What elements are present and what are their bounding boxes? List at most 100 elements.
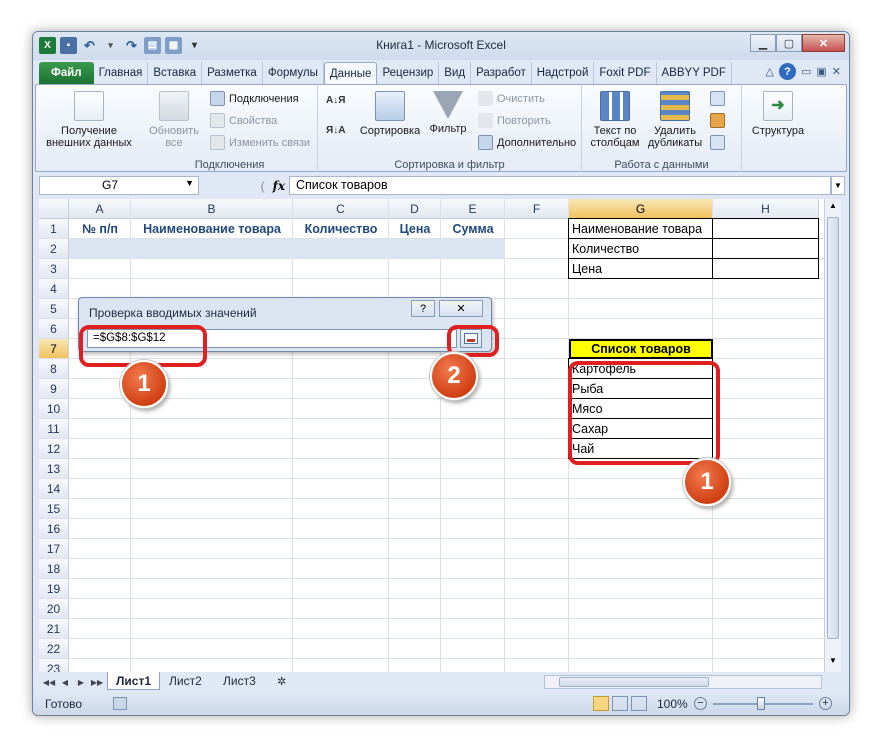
tab-home[interactable]: Главная bbox=[94, 62, 149, 84]
tab-file[interactable]: Файл bbox=[39, 62, 94, 84]
column-header-c[interactable]: C bbox=[293, 199, 389, 219]
maximize-button[interactable]: ▢ bbox=[776, 34, 802, 52]
row-header-9[interactable]: 9 bbox=[39, 379, 69, 399]
select-all-corner[interactable] bbox=[39, 199, 69, 219]
row-header-23[interactable]: 23 bbox=[39, 659, 69, 672]
column-header-d[interactable]: D bbox=[389, 199, 441, 219]
tab-review[interactable]: Рецензир bbox=[377, 62, 440, 84]
row-header-16[interactable]: 16 bbox=[39, 519, 69, 539]
connections-button[interactable]: Подключения bbox=[210, 91, 299, 106]
row-header-20[interactable]: 20 bbox=[39, 599, 69, 619]
column-header-b[interactable]: B bbox=[131, 199, 293, 219]
column-header-e[interactable]: E bbox=[441, 199, 505, 219]
row-header-15[interactable]: 15 bbox=[39, 499, 69, 519]
row-header-14[interactable]: 14 bbox=[39, 479, 69, 499]
row-header-18[interactable]: 18 bbox=[39, 559, 69, 579]
list-title-cell[interactable]: Список товаров bbox=[569, 339, 713, 359]
tab-developer[interactable]: Разработ bbox=[471, 62, 532, 84]
row-header-21[interactable]: 21 bbox=[39, 619, 69, 639]
table-header-cell[interactable]: Количество bbox=[293, 219, 389, 239]
consolidate-button[interactable] bbox=[710, 113, 725, 128]
next-sheet-icon[interactable]: ▶ bbox=[75, 675, 87, 689]
column-header-a[interactable]: A bbox=[69, 199, 131, 219]
get-external-data-button[interactable]: Получение внешних данных bbox=[42, 91, 136, 149]
row-header-1[interactable]: 1 bbox=[39, 219, 69, 239]
tab-data[interactable]: Данные bbox=[323, 62, 378, 84]
tab-page-layout[interactable]: Разметка bbox=[202, 62, 263, 84]
sort-az-icon[interactable]: А↓Я bbox=[326, 95, 345, 106]
row-header-12[interactable]: 12 bbox=[39, 439, 69, 459]
table-header-cell[interactable]: Сумма bbox=[441, 219, 505, 239]
edit-links-button[interactable]: Изменить связи bbox=[210, 135, 310, 150]
formula-input[interactable]: Список товаров bbox=[289, 176, 831, 195]
side-table-value-cell[interactable] bbox=[712, 218, 819, 239]
side-table-value-cell[interactable] bbox=[712, 238, 819, 259]
vertical-scrollbar[interactable]: ▲ ▼ bbox=[824, 199, 841, 672]
text-to-columns-button[interactable]: Текст по столбцам bbox=[586, 91, 644, 149]
side-table-label-cell[interactable]: Количество bbox=[568, 238, 713, 259]
horizontal-scroll-thumb[interactable] bbox=[559, 677, 709, 687]
row-header-6[interactable]: 6 bbox=[39, 319, 69, 339]
row-header-19[interactable]: 19 bbox=[39, 579, 69, 599]
tab-addins[interactable]: Надстрой bbox=[532, 62, 595, 84]
side-table-label-cell[interactable]: Цена bbox=[568, 258, 713, 279]
zoom-slider-thumb[interactable] bbox=[757, 697, 765, 710]
workbook-minimize-icon[interactable]: ▭ bbox=[801, 65, 811, 78]
reapply-button[interactable]: Повторить bbox=[478, 113, 551, 128]
row-header-17[interactable]: 17 bbox=[39, 539, 69, 559]
macro-record-icon[interactable] bbox=[113, 697, 127, 710]
sheet-tab-1[interactable]: Лист1 bbox=[107, 672, 161, 690]
table-header-cell[interactable]: Наименование товара bbox=[131, 219, 293, 239]
sheet-tab-3[interactable]: Лист3 bbox=[215, 672, 264, 690]
outline-button[interactable]: ➜ Структура bbox=[746, 91, 810, 137]
what-if-button[interactable] bbox=[710, 135, 725, 150]
workbook-close-icon[interactable]: ✕ bbox=[832, 65, 841, 78]
sort-za-icon[interactable]: Я↓А bbox=[326, 125, 345, 136]
column-header-f[interactable]: F bbox=[505, 199, 569, 219]
page-layout-view-icon[interactable] bbox=[612, 696, 628, 711]
tab-abbyy-pdf[interactable]: ABBYY PDF bbox=[657, 62, 732, 84]
tab-view[interactable]: Вид bbox=[439, 62, 472, 84]
filter-button[interactable]: Фильтр bbox=[426, 91, 470, 135]
tab-insert[interactable]: Вставка bbox=[148, 62, 203, 84]
properties-button[interactable]: Свойства bbox=[210, 113, 277, 128]
minimize-ribbon-icon[interactable]: △ bbox=[766, 65, 774, 78]
name-box[interactable]: G7 ▼ bbox=[39, 176, 199, 195]
row-header-10[interactable]: 10 bbox=[39, 399, 69, 419]
dialog-close-button[interactable]: ✕ bbox=[439, 300, 483, 317]
column-header-g[interactable]: G bbox=[569, 199, 713, 219]
name-box-dropdown-icon[interactable]: ▼ bbox=[185, 178, 194, 188]
data-validation-button[interactable] bbox=[710, 91, 725, 106]
row-header-7[interactable]: 7 bbox=[39, 339, 69, 359]
table-header-cell[interactable]: № п/п bbox=[69, 219, 131, 239]
vertical-scroll-thumb[interactable] bbox=[827, 217, 839, 639]
tab-foxit-pdf[interactable]: Foxit PDF bbox=[594, 62, 657, 84]
minimize-button[interactable]: ▁ bbox=[750, 34, 776, 52]
refresh-all-button[interactable]: Обновить все bbox=[146, 91, 202, 149]
clear-button[interactable]: Очистить bbox=[478, 91, 545, 106]
row-header-13[interactable]: 13 bbox=[39, 459, 69, 479]
row-header-8[interactable]: 8 bbox=[39, 359, 69, 379]
scroll-up-icon[interactable]: ▲ bbox=[827, 201, 839, 213]
row-header-4[interactable]: 4 bbox=[39, 279, 69, 299]
last-sheet-icon[interactable]: ▶▶ bbox=[91, 675, 103, 689]
dialog-help-button[interactable]: ? bbox=[411, 300, 435, 317]
scroll-down-icon[interactable]: ▼ bbox=[827, 656, 839, 668]
horizontal-scrollbar[interactable] bbox=[544, 675, 822, 689]
page-break-view-icon[interactable] bbox=[631, 696, 647, 711]
row-header-2[interactable]: 2 bbox=[39, 239, 69, 259]
advanced-button[interactable]: Дополнительно bbox=[478, 135, 576, 150]
insert-function-icon[interactable]: fx bbox=[273, 179, 285, 193]
column-header-h[interactable]: H bbox=[713, 199, 819, 219]
close-button[interactable]: ✕ bbox=[802, 34, 845, 52]
row-header-3[interactable]: 3 bbox=[39, 259, 69, 279]
side-table-label-cell[interactable]: Наименование товара bbox=[568, 218, 713, 239]
remove-duplicates-button[interactable]: Удалить дубликаты bbox=[646, 91, 704, 149]
zoom-out-icon[interactable]: − bbox=[694, 697, 707, 710]
expand-formula-bar-icon[interactable]: ▼ bbox=[831, 176, 845, 195]
row-header-5[interactable]: 5 bbox=[39, 299, 69, 319]
sheet-tab-2[interactable]: Лист2 bbox=[161, 672, 210, 690]
tab-formulas[interactable]: Формулы bbox=[263, 62, 324, 84]
side-table-value-cell[interactable] bbox=[712, 258, 819, 279]
normal-view-icon[interactable] bbox=[593, 696, 609, 711]
